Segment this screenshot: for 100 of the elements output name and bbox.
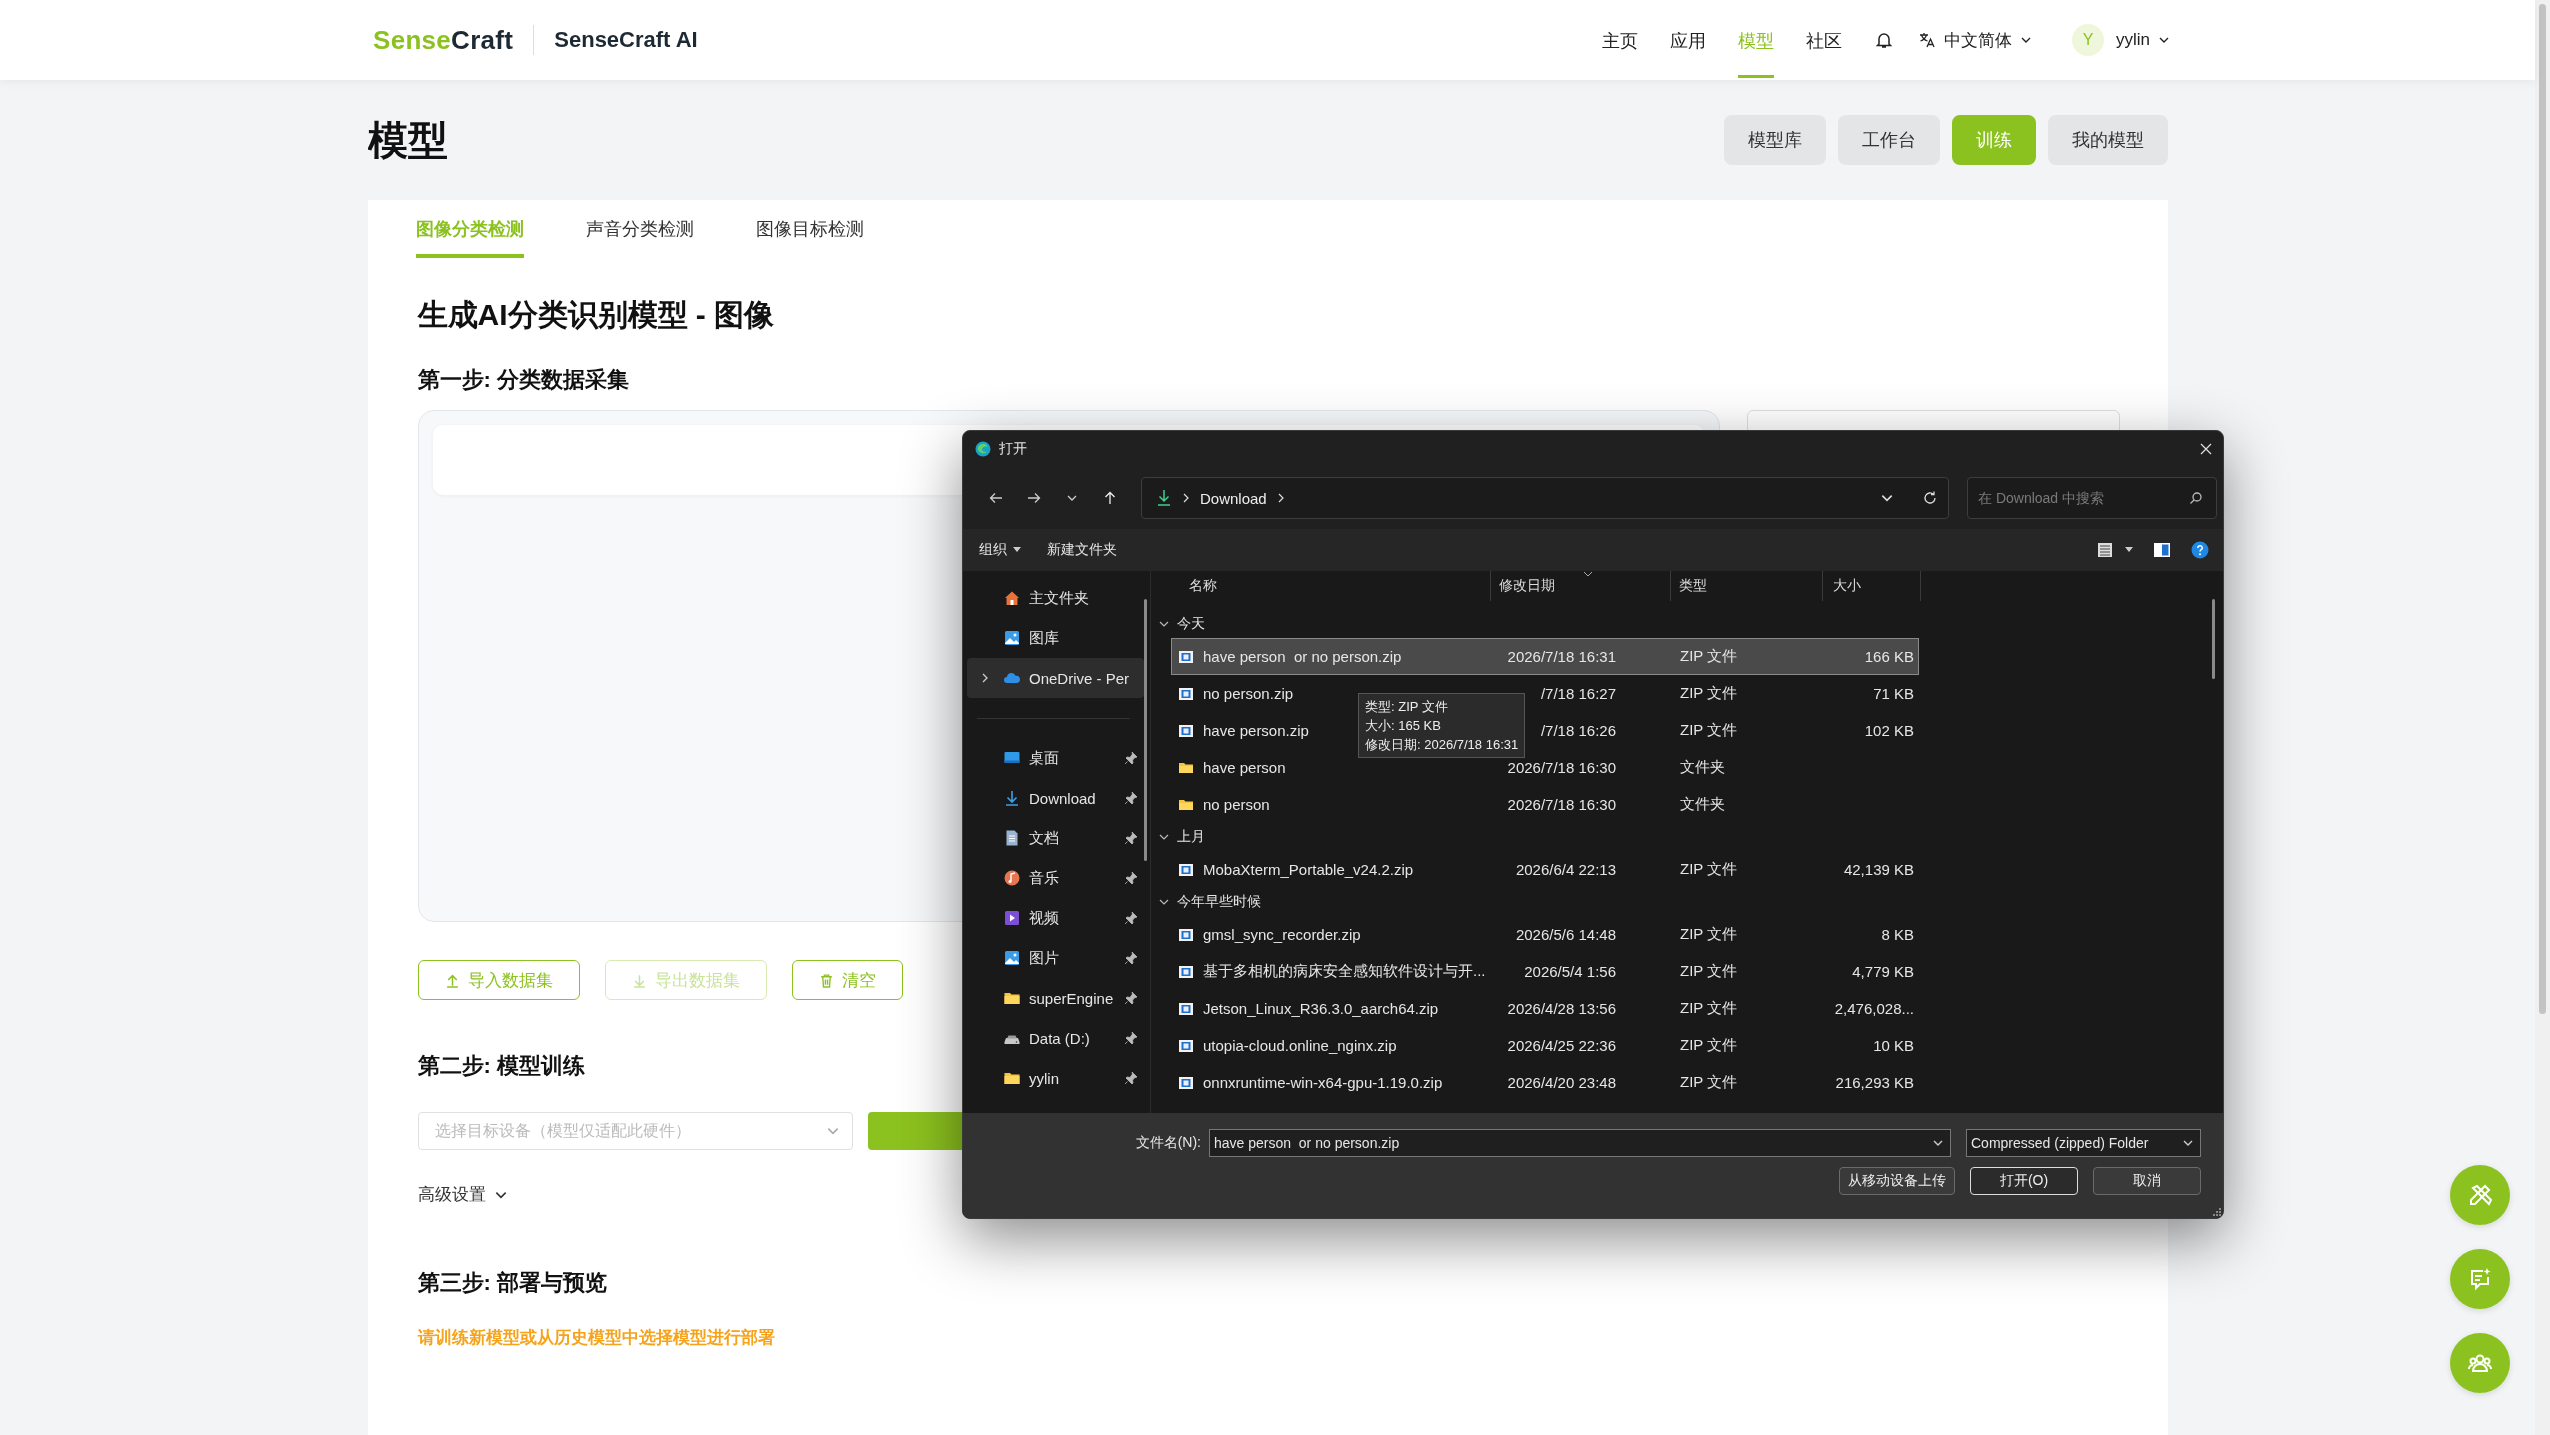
archive-icon [1178,1074,1194,1091]
view-button[interactable]: 我的模型 [2047,115,2168,165]
sidebar-item[interactable]: Download [967,778,1144,818]
file-name[interactable]: MobaXterm_Portable_v24.2.zip [1203,861,1414,878]
music-icon [1003,869,1021,887]
file-name[interactable]: Jetson_Linux_R36.3.0_aarch64.zip [1203,1000,1439,1017]
view-button[interactable]: 模型库 [1723,115,1826,165]
group-header: 今年早些时候 [1177,893,1261,911]
deploy-notice: 请训练新模型或从历史模型中选择模型进行部署 [417,1327,776,1349]
file-date: 2026/5/4 1:56 [1523,963,1616,980]
chevron-right-icon [1276,493,1285,503]
archive-icon [1178,722,1194,739]
section-heading: 生成AI分类识别模型 - 图像 [417,297,776,333]
archive-icon [1178,926,1194,943]
sidebar-item[interactable]: 主文件夹 [967,578,1144,618]
sidebar-item[interactable]: Data (D:) [967,1018,1144,1058]
file-date: 2026/6/4 22:13 [1514,861,1616,878]
preview-pane-icon[interactable] [2153,542,2171,558]
field-label: 文件名(N): [1135,1134,1201,1152]
toolbar-button[interactable]: 新建文件夹 [1047,541,1117,559]
group-header: 上月 [1177,828,1205,846]
toolbar-button[interactable]: 组织 [979,541,1021,559]
file-date: 2026/7/18 16:30 [1506,796,1616,813]
chevron-down-icon[interactable] [1159,832,1169,842]
sidebar-item[interactable]: 图片 [967,938,1144,978]
help-icon[interactable] [2191,541,2209,559]
chevron-down-icon[interactable] [1159,619,1169,629]
column-header[interactable]: 大小 [1823,571,1921,601]
column-header[interactable]: 修改日期 [1491,571,1671,601]
file-date: 2026/4/28 13:56 [1506,1000,1616,1017]
nav-link[interactable]: 社区 [1806,2,1842,78]
caret-icon [1013,547,1021,553]
file-name[interactable]: have person or no person.zip [1203,648,1402,665]
sidebar-item[interactable]: 图库 [967,618,1144,658]
sidebar-item[interactable]: OneDrive - Per [967,658,1144,698]
file-date: /7/18 16:27 [1539,685,1616,702]
file-type: ZIP 文件 [1679,684,1739,703]
scrollbar[interactable] [2212,599,2215,679]
sidebar-item[interactable]: yylin [967,1058,1144,1098]
picture-icon [1003,629,1021,647]
pencil-ruler-icon [2467,1182,2493,1208]
column-header[interactable]: 名称 [1151,571,1491,601]
file-date: 2026/4/25 22:36 [1506,1037,1616,1054]
download-icon [1003,789,1021,807]
resize-grip-icon [2213,1208,2221,1216]
file-name[interactable]: 基于多相机的病床安全感知软件设计与开... [1203,962,1486,981]
step-title: 第二步: 模型训练 [417,1052,585,1080]
file-name[interactable]: onnxruntime-win-x64-gpu-1.19.0.zip [1203,1074,1443,1091]
file-type: ZIP 文件 [1679,962,1739,981]
chevron-down-icon[interactable] [1159,897,1169,907]
sidebar-item[interactable]: 文档 [967,818,1144,858]
tab[interactable]: 声音分类检测 [585,200,694,258]
chevron-right-icon [1182,493,1190,503]
file-size: 71 KB [1872,685,1915,702]
sidebar-item[interactable]: 桌面 [967,738,1144,778]
scrollbar[interactable] [2535,0,2550,1435]
file-type: ZIP 文件 [1679,647,1739,666]
filename-field[interactable]: have person or no person.zip [1209,1129,1951,1157]
sidebar-item[interactable]: superEngine [967,978,1144,1018]
file-name[interactable]: no person.zip [1203,685,1294,702]
view-menu-button[interactable] [2097,542,2133,558]
file-type-select[interactable]: Compressed (zipped) Folder [1966,1129,2201,1157]
file-type: ZIP 文件 [1679,1073,1739,1092]
refresh-icon[interactable] [1922,490,1938,506]
selected-file-row[interactable]: have person or no person.zip 2026/7/18 16:31 ZIP 文件 166 KB [1171,638,1919,675]
language-selector[interactable]: 中文简体 [1918,28,2032,52]
archive-icon [1178,1000,1194,1017]
advanced-settings-toggle[interactable]: 高级设置 [417,1182,508,1208]
nav-link[interactable]: 应用 [1670,2,1706,78]
bell-icon[interactable] [1874,30,1894,50]
user-menu[interactable]: Y yylin [2072,24,2170,56]
open-button[interactable]: 打开(O) [1970,1167,2078,1195]
file-date: 2026/5/6 14:48 [1514,926,1616,943]
file-size: 10 KB [1872,1037,1915,1054]
file-name[interactable]: utopia-cloud.online_nginx.zip [1203,1037,1397,1054]
caret-icon [2125,547,2133,553]
group-header: 今天 [1177,615,1205,633]
scrollbar[interactable] [1144,599,1147,861]
download-icon [1156,489,1172,507]
nav-link[interactable]: 主页 [1602,2,1638,78]
tab[interactable]: 图像目标检测 [755,200,864,258]
column-header[interactable]: 类型 [1671,571,1823,601]
file-name[interactable]: have person.zip [1203,722,1309,739]
file-name[interactable]: have person [1203,759,1286,776]
search-field[interactable]: 在 Download 中搜索 [1967,477,2217,519]
breadcrumb[interactable]: Download [1200,489,1267,507]
sidebar-item[interactable]: 视频 [967,898,1144,938]
upload-button[interactable]: 从移动设备上传 [1839,1167,1955,1195]
file-type: 文件夹 [1679,758,1726,777]
address-bar[interactable]: Download [1141,477,1949,519]
close-icon[interactable] [2199,442,2213,456]
view-button[interactable]: 工作台 [1837,115,1940,165]
file-name[interactable]: no person [1203,796,1270,813]
file-date: /7/18 16:26 [1539,722,1616,739]
file-name[interactable]: gmsl_sync_recorder.zip [1203,926,1361,943]
product-name: SenseCraft AI [554,27,698,53]
archive-icon [1178,685,1194,702]
tooltip-text: 类型: ZIP 文件 大小: 165 KB 修改日期: 2026/7/18 16:31 [1365,698,1519,754]
cancel-button[interactable]: 取消 [2093,1167,2201,1195]
sidebar-item[interactable]: 音乐 [967,858,1144,898]
